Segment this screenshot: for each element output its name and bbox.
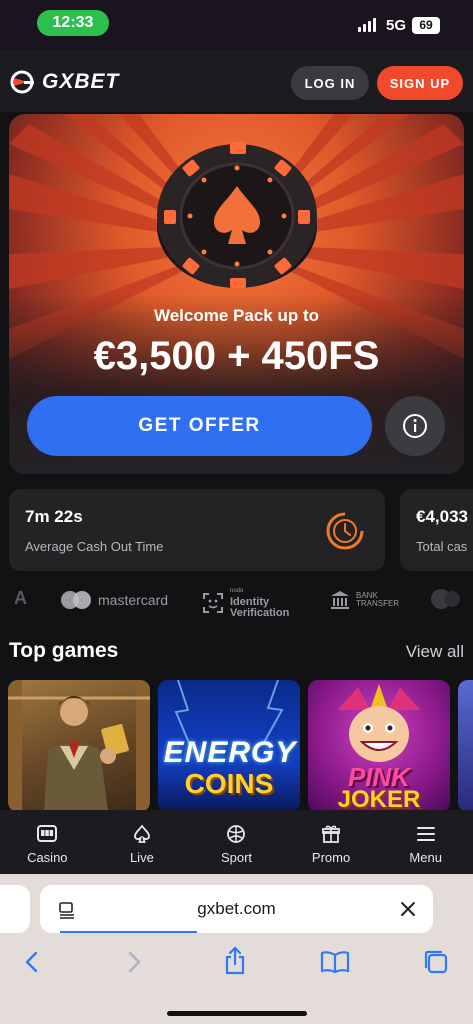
bookmarks-icon[interactable] <box>320 950 350 974</box>
logo-text: GXBET <box>42 70 120 93</box>
signal-icon <box>358 18 376 32</box>
partial-logo-icon: A <box>14 588 27 608</box>
game-tile-pink-joker[interactable]: PINK JOKER <box>308 680 450 812</box>
game-tile-partial[interactable] <box>458 680 473 812</box>
adventurer-artwork <box>8 680 150 812</box>
energy-title: ENERGY <box>163 736 297 769</box>
stat-label: Average Cash Out Time <box>25 539 164 554</box>
info-icon <box>403 414 427 438</box>
mastercard-icon <box>61 591 91 609</box>
browser-toolbar: gxbet.com <box>0 874 473 1024</box>
bank-icon <box>331 591 349 609</box>
forward-icon[interactable] <box>124 950 144 974</box>
signup-button[interactable]: SIGN UP <box>377 66 463 100</box>
view-all-link[interactable]: View all <box>406 642 464 662</box>
partial-coin-icon <box>430 588 460 610</box>
bank-transfer-logo: BANK TRANSFER <box>330 590 399 610</box>
menu-icon <box>416 827 435 841</box>
nav-promo-label: Promo <box>311 850 351 865</box>
mastercard-text: mastercard <box>98 592 169 608</box>
identity-verification-logo: nodo Identity Verification <box>202 586 289 619</box>
stat-card-total: €4,033 Total cas <box>400 489 473 571</box>
idv-line2: Verification <box>230 607 290 619</box>
timer-icon <box>326 512 364 550</box>
nav-menu[interactable]: Menu <box>378 810 473 874</box>
top-games-title: Top games <box>9 639 119 662</box>
poker-chip-icon <box>157 142 317 288</box>
status-bar: 12:33 5G 69 <box>0 0 473 50</box>
stat-label: Total cas <box>416 539 468 554</box>
stat-value: 7m 22s <box>25 507 83 526</box>
home-indicator <box>167 1011 307 1016</box>
back-icon[interactable] <box>22 950 42 974</box>
face-scan-icon <box>203 592 223 613</box>
share-icon[interactable] <box>222 946 248 976</box>
network-type: 5G <box>386 17 407 34</box>
joker-title: JOKER <box>337 786 421 812</box>
gift-icon <box>322 825 340 843</box>
stat-value: €4,033 <box>416 507 468 526</box>
close-icon[interactable] <box>399 900 417 918</box>
nav-casino-label: Casino <box>27 850 68 865</box>
stat-card-cashout: 7m 22s Average Cash Out Time <box>9 489 385 571</box>
site-header: GXBET LOG IN SIGN UP <box>0 50 473 112</box>
ball-icon <box>227 825 246 843</box>
info-button[interactable] <box>385 396 445 456</box>
url-text: gxbet.com <box>197 899 276 918</box>
nav-live[interactable]: Live <box>95 810 190 874</box>
payment-methods-strip: A mastercard nodo Identity Verification <box>0 580 473 620</box>
spade-icon <box>133 824 150 843</box>
game-tile-book-of-ra[interactable] <box>8 680 150 812</box>
page-load-progress <box>60 931 197 933</box>
status-time: 12:33 <box>37 10 109 36</box>
casino-icon <box>37 825 58 842</box>
login-button[interactable]: LOG IN <box>291 66 369 100</box>
nav-sport-label: Sport <box>220 850 253 865</box>
page: 12:33 5G 69 GXBET LOG IN SIGN UP Welcome… <box>0 0 473 1024</box>
logo-icon <box>10 70 34 94</box>
mastercard-logo: mastercard <box>60 590 168 610</box>
battery-icon: 69 <box>412 17 440 34</box>
bottom-navigation: Casino Live Sport Promo Menu <box>0 810 473 874</box>
nav-promo[interactable]: Promo <box>284 810 379 874</box>
nav-menu-label: Menu <box>409 850 442 865</box>
welcome-subtitle: Welcome Pack up to <box>153 306 319 325</box>
welcome-banner[interactable]: Welcome Pack up to €3,500 + 450FS GET OF… <box>9 114 464 474</box>
coins-title: COINS <box>184 768 274 799</box>
nav-casino[interactable]: Casino <box>0 810 95 874</box>
address-bar[interactable]: gxbet.com <box>40 885 433 933</box>
nav-live-label: Live <box>129 850 154 865</box>
previous-tab[interactable] <box>0 885 30 933</box>
get-offer-button[interactable]: GET OFFER <box>27 396 372 456</box>
game-tile-energy-coins[interactable]: ENERGY COINS <box>158 680 300 812</box>
logo[interactable]: GXBET <box>10 70 119 94</box>
nav-sport[interactable]: Sport <box>189 810 284 874</box>
bank-line2: TRANSFER <box>356 599 400 608</box>
tabs-icon[interactable] <box>422 948 450 976</box>
welcome-amount: €3,500 + 450FS <box>93 334 380 378</box>
